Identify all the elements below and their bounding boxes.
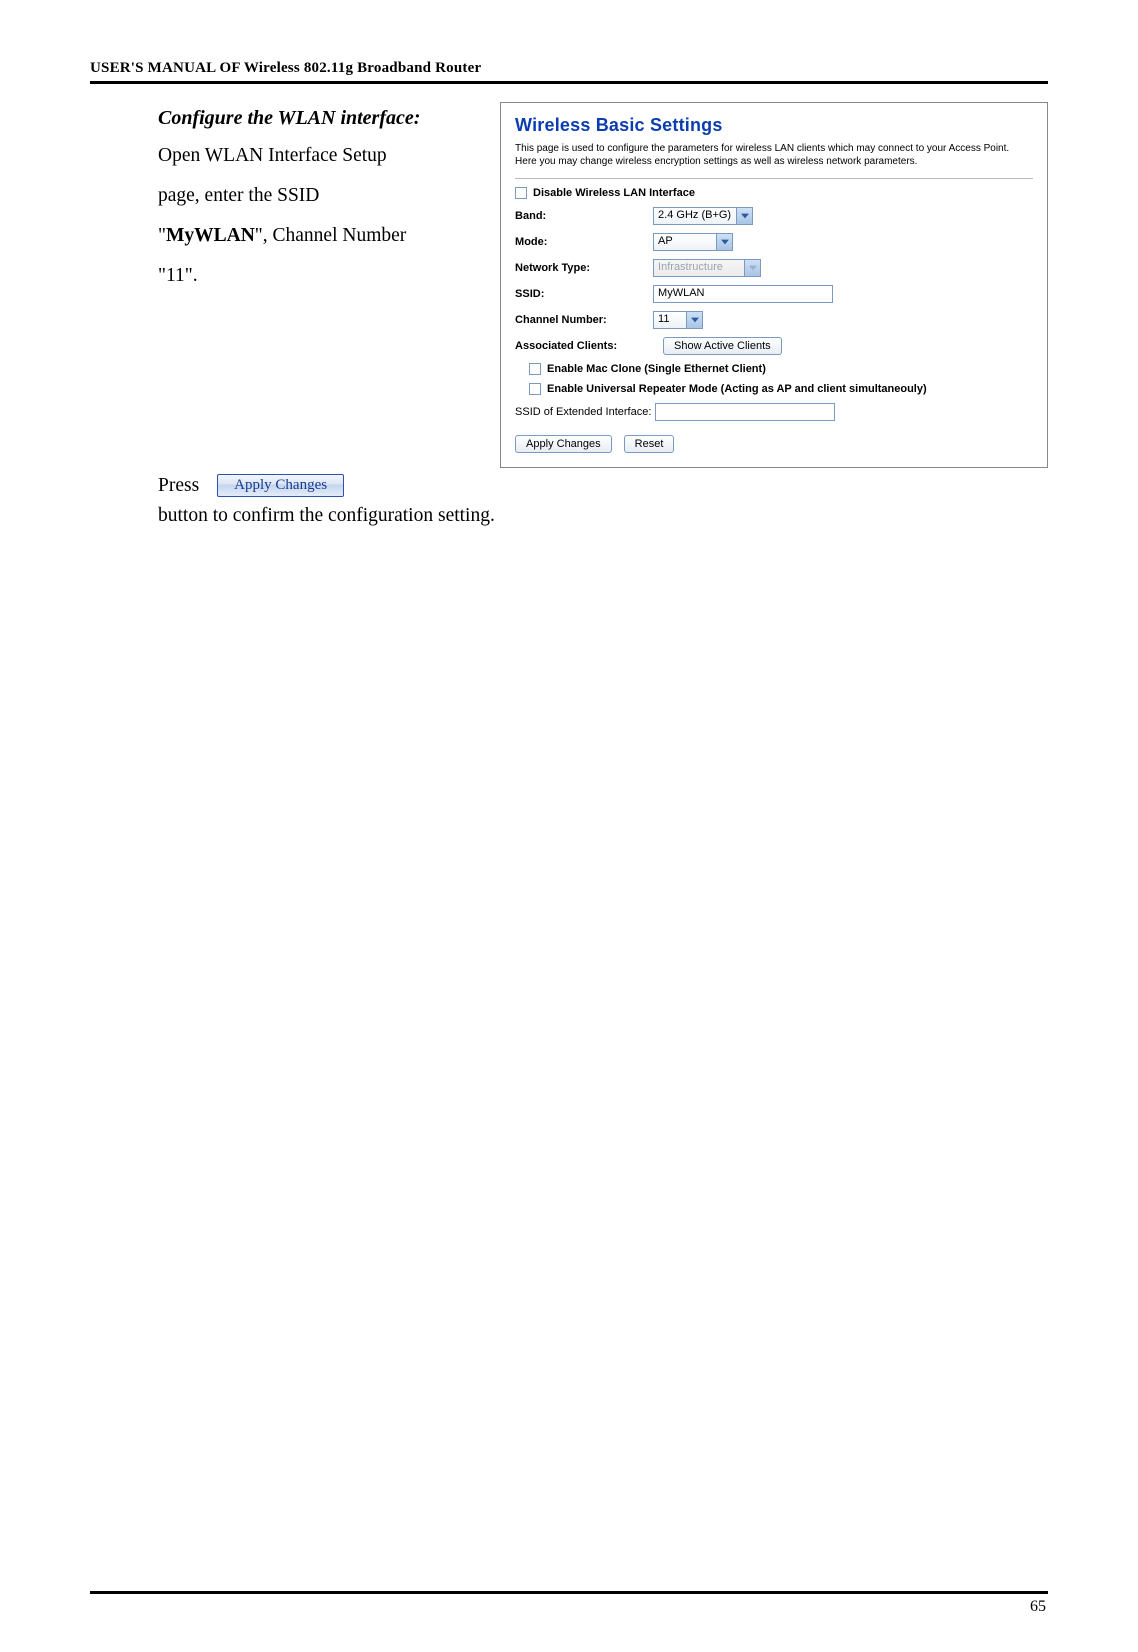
panel-description: This page is used to configure the param… (515, 142, 1033, 179)
band-label: Band: (515, 210, 653, 222)
quote-pre: " (158, 225, 166, 246)
panel-button-row: Apply Changes Reset (515, 435, 1033, 453)
mode-select[interactable]: AP (653, 233, 733, 251)
panel-title: Wireless Basic Settings (515, 115, 1033, 136)
instruction-line: page, enter the SSID (158, 176, 500, 216)
confirm-text: button to confirm the configuration sett… (158, 505, 1048, 527)
network-type-select: Infrastructure (653, 259, 761, 277)
mode-label: Mode: (515, 236, 653, 248)
instruction-line: "MyWLAN", Channel Number (158, 216, 500, 256)
disable-wlan-checkbox[interactable] (515, 187, 527, 199)
repeater-row: Enable Universal Repeater Mode (Acting a… (529, 383, 1033, 395)
show-active-clients-button[interactable]: Show Active Clients (663, 337, 782, 355)
mac-clone-label: Enable Mac Clone (Single Ethernet Client… (547, 363, 766, 375)
band-value: 2.4 GHz (B+G) (658, 209, 731, 221)
reset-button[interactable]: Reset (624, 435, 675, 453)
network-type-label: Network Type: (515, 262, 653, 274)
disable-wlan-row: Disable Wireless LAN Interface (515, 187, 1033, 199)
apply-changes-button[interactable]: Apply Changes (515, 435, 612, 453)
repeater-label: Enable Universal Repeater Mode (Acting a… (547, 383, 927, 395)
page-header: USER'S MANUAL OF Wireless 802.11g Broadb… (90, 60, 1048, 77)
band-select[interactable]: 2.4 GHz (B+G) (653, 207, 753, 225)
instruction-text-block: Configure the WLAN interface: Open WLAN … (158, 102, 500, 296)
chevron-down-icon (736, 208, 752, 224)
instruction-heading: Configure the WLAN interface: (158, 102, 500, 134)
repeater-checkbox[interactable] (529, 383, 541, 395)
channel-number-label: Channel Number: (515, 314, 653, 326)
chevron-down-icon (686, 312, 702, 328)
channel-number-row: Channel Number: 11 (515, 311, 1033, 329)
quote-post: ", Channel Number (255, 225, 406, 246)
footer-rule (90, 1591, 1048, 1594)
channel-number-select[interactable]: 11 (653, 311, 703, 329)
press-row: Press Apply Changes (158, 474, 1048, 497)
band-row: Band: 2.4 GHz (B+G) (515, 207, 1033, 225)
network-type-row: Network Type: Infrastructure (515, 259, 1033, 277)
network-type-value: Infrastructure (658, 261, 723, 273)
chevron-down-icon (744, 260, 760, 276)
apply-changes-image-button: Apply Changes (217, 474, 344, 497)
disable-wlan-label: Disable Wireless LAN Interface (533, 187, 695, 199)
ssid-input[interactable]: MyWLAN (653, 285, 833, 303)
ssid-row: SSID: MyWLAN (515, 285, 1033, 303)
header-rule (90, 81, 1048, 84)
ssid-label: SSID: (515, 288, 653, 300)
instruction-line: "11". (158, 256, 500, 296)
instruction-line: Open WLAN Interface Setup (158, 136, 500, 176)
page-number: 65 (1030, 1598, 1046, 1616)
channel-number-value: 11 (658, 313, 669, 325)
wireless-settings-panel: Wireless Basic Settings This page is use… (500, 102, 1048, 468)
associated-clients-label: Associated Clients: (515, 340, 653, 352)
chevron-down-icon (716, 234, 732, 250)
ssid-extended-row: SSID of Extended Interface: (515, 403, 1033, 421)
mode-row: Mode: AP (515, 233, 1033, 251)
mac-clone-checkbox[interactable] (529, 363, 541, 375)
ssid-value: MyWLAN (166, 225, 255, 246)
associated-clients-row: Associated Clients: Show Active Clients (515, 337, 1033, 355)
mode-value: AP (658, 235, 673, 247)
press-text: Press (158, 475, 199, 497)
ssid-extended-label: SSID of Extended Interface: (515, 406, 651, 418)
mac-clone-row: Enable Mac Clone (Single Ethernet Client… (529, 363, 1033, 375)
ssid-extended-input[interactable] (655, 403, 835, 421)
